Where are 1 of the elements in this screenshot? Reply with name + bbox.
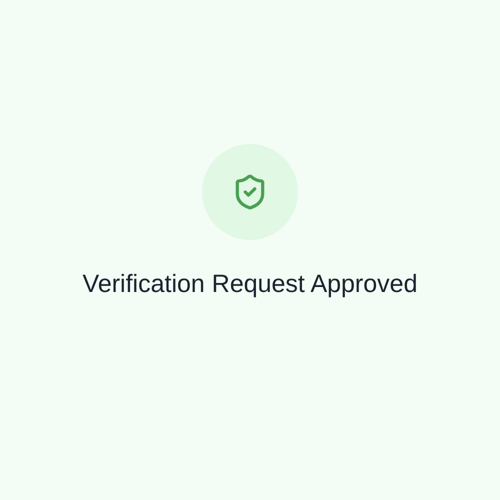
- message-title: Verification Request Approved: [82, 269, 418, 300]
